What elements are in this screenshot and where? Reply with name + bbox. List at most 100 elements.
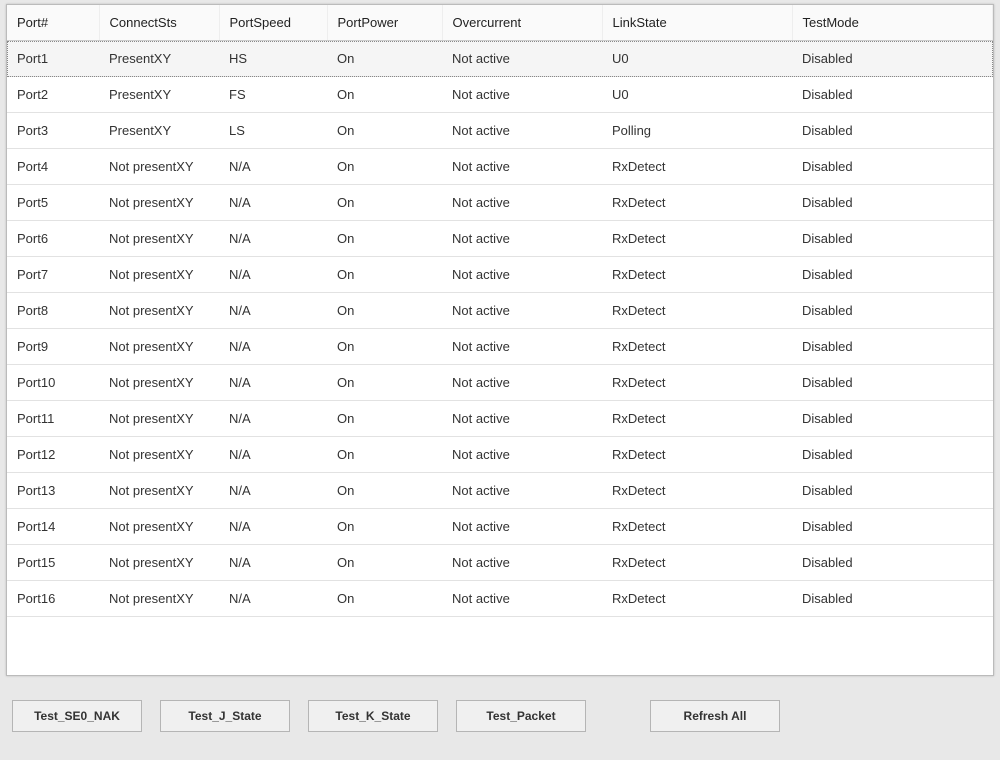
table-row[interactable]: Port1PresentXYHSOnNot activeU0Disabled [7,41,993,77]
cell-test: Disabled [792,329,993,365]
cell-power: On [327,545,442,581]
cell-speed: N/A [219,437,327,473]
cell-link: Polling [602,113,792,149]
table-row[interactable]: Port11Not presentXYN/AOnNot activeRxDete… [7,401,993,437]
cell-over: Not active [442,185,602,221]
cell-over: Not active [442,41,602,77]
cell-speed: FS [219,77,327,113]
cell-speed: N/A [219,329,327,365]
port-status-panel: Port# ConnectSts PortSpeed PortPower Ove… [6,4,994,676]
col-portpower[interactable]: PortPower [327,5,442,41]
cell-connect: Not presentXY [99,365,219,401]
table-row[interactable]: Port12Not presentXYN/AOnNot activeRxDete… [7,437,993,473]
table-row[interactable]: Port14Not presentXYN/AOnNot activeRxDete… [7,509,993,545]
test-packet-button[interactable]: Test_Packet [456,700,586,732]
cell-over: Not active [442,365,602,401]
cell-link: U0 [602,77,792,113]
cell-over: Not active [442,329,602,365]
table-row[interactable]: Port8Not presentXYN/AOnNot activeRxDetec… [7,293,993,329]
table-row[interactable]: Port10Not presentXYN/AOnNot activeRxDete… [7,365,993,401]
cell-connect: Not presentXY [99,221,219,257]
cell-link: RxDetect [602,365,792,401]
cell-power: On [327,221,442,257]
table-row[interactable]: Port3PresentXYLSOnNot activePollingDisab… [7,113,993,149]
cell-link: RxDetect [602,473,792,509]
cell-test: Disabled [792,401,993,437]
cell-over: Not active [442,401,602,437]
cell-connect: Not presentXY [99,545,219,581]
cell-link: RxDetect [602,329,792,365]
test-se0-nak-button[interactable]: Test_SE0_NAK [12,700,142,732]
cell-over: Not active [442,257,602,293]
table-row[interactable]: Port9Not presentXYN/AOnNot activeRxDetec… [7,329,993,365]
table-row[interactable]: Port15Not presentXYN/AOnNot activeRxDete… [7,545,993,581]
table-row[interactable]: Port13Not presentXYN/AOnNot activeRxDete… [7,473,993,509]
cell-connect: Not presentXY [99,581,219,617]
cell-test: Disabled [792,149,993,185]
cell-link: RxDetect [602,437,792,473]
cell-speed: N/A [219,401,327,437]
cell-over: Not active [442,77,602,113]
cell-speed: HS [219,41,327,77]
col-connectsts[interactable]: ConnectSts [99,5,219,41]
cell-power: On [327,149,442,185]
cell-link: U0 [602,41,792,77]
cell-port: Port4 [7,149,99,185]
cell-power: On [327,401,442,437]
cell-speed: LS [219,113,327,149]
cell-port: Port12 [7,437,99,473]
table-row[interactable]: Port16Not presentXYN/AOnNot activeRxDete… [7,581,993,617]
cell-connect: Not presentXY [99,401,219,437]
table-row[interactable]: Port5Not presentXYN/AOnNot activeRxDetec… [7,185,993,221]
cell-power: On [327,293,442,329]
cell-link: RxDetect [602,401,792,437]
cell-link: RxDetect [602,149,792,185]
cell-test: Disabled [792,545,993,581]
cell-port: Port5 [7,185,99,221]
cell-over: Not active [442,293,602,329]
cell-speed: N/A [219,293,327,329]
cell-power: On [327,509,442,545]
cell-link: RxDetect [602,581,792,617]
cell-link: RxDetect [602,545,792,581]
cell-speed: N/A [219,149,327,185]
col-portspeed[interactable]: PortSpeed [219,5,327,41]
refresh-all-button[interactable]: Refresh All [650,700,780,732]
table-row[interactable]: Port6Not presentXYN/AOnNot activeRxDetec… [7,221,993,257]
cell-over: Not active [442,221,602,257]
cell-test: Disabled [792,41,993,77]
cell-speed: N/A [219,221,327,257]
cell-test: Disabled [792,221,993,257]
cell-speed: N/A [219,473,327,509]
cell-test: Disabled [792,185,993,221]
table-row[interactable]: Port4Not presentXYN/AOnNot activeRxDetec… [7,149,993,185]
col-overcurrent[interactable]: Overcurrent [442,5,602,41]
port-table: Port# ConnectSts PortSpeed PortPower Ove… [7,5,993,617]
col-port[interactable]: Port# [7,5,99,41]
cell-link: RxDetect [602,257,792,293]
test-j-state-button[interactable]: Test_J_State [160,700,290,732]
cell-connect: PresentXY [99,77,219,113]
cell-port: Port14 [7,509,99,545]
table-row[interactable]: Port7Not presentXYN/AOnNot activeRxDetec… [7,257,993,293]
cell-port: Port6 [7,221,99,257]
cell-over: Not active [442,473,602,509]
cell-over: Not active [442,437,602,473]
cell-connect: Not presentXY [99,473,219,509]
cell-over: Not active [442,149,602,185]
test-k-state-button[interactable]: Test_K_State [308,700,438,732]
cell-connect: Not presentXY [99,185,219,221]
cell-power: On [327,329,442,365]
col-linkstate[interactable]: LinkState [602,5,792,41]
cell-link: RxDetect [602,293,792,329]
col-testmode[interactable]: TestMode [792,5,993,41]
cell-connect: PresentXY [99,113,219,149]
table-header: Port# ConnectSts PortSpeed PortPower Ove… [7,5,993,41]
table-row[interactable]: Port2PresentXYFSOnNot activeU0Disabled [7,77,993,113]
cell-port: Port1 [7,41,99,77]
cell-link: RxDetect [602,509,792,545]
cell-port: Port9 [7,329,99,365]
cell-port: Port2 [7,77,99,113]
cell-connect: Not presentXY [99,329,219,365]
cell-connect: Not presentXY [99,509,219,545]
